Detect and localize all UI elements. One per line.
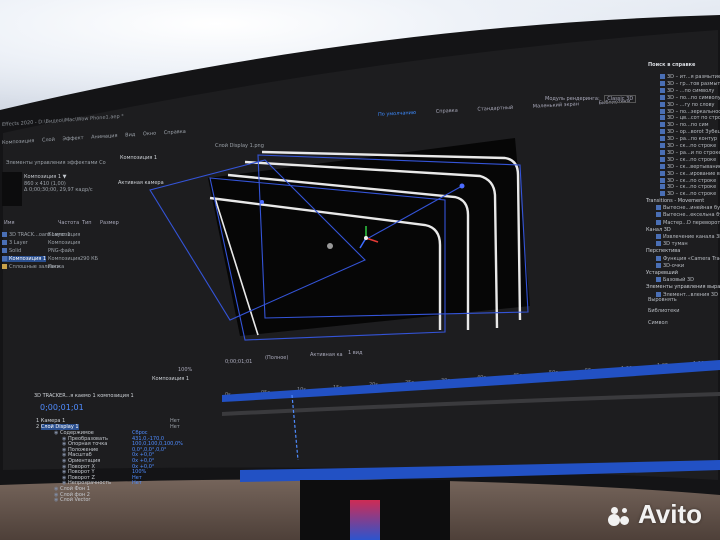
- avito-logo-icon: [607, 502, 634, 528]
- timeline-tracks: [222, 360, 720, 482]
- avito-watermark: Avito: [607, 499, 702, 530]
- layer-parent-select[interactable]: Нет: [170, 424, 180, 430]
- avito-wordmark: Avito: [637, 499, 702, 529]
- playhead[interactable]: [291, 394, 299, 461]
- rgb-light: [350, 500, 380, 540]
- property-value[interactable]: Нет: [132, 480, 142, 486]
- curved-monitor: Effects 2020 - D:\Видео\iMac\Wow Phone1.…: [0, 0, 720, 540]
- property-label: Слой Vector: [59, 497, 91, 504]
- timeline-property[interactable]: ◉ Слой Vector: [54, 497, 90, 503]
- layer-track-2: [240, 460, 720, 482]
